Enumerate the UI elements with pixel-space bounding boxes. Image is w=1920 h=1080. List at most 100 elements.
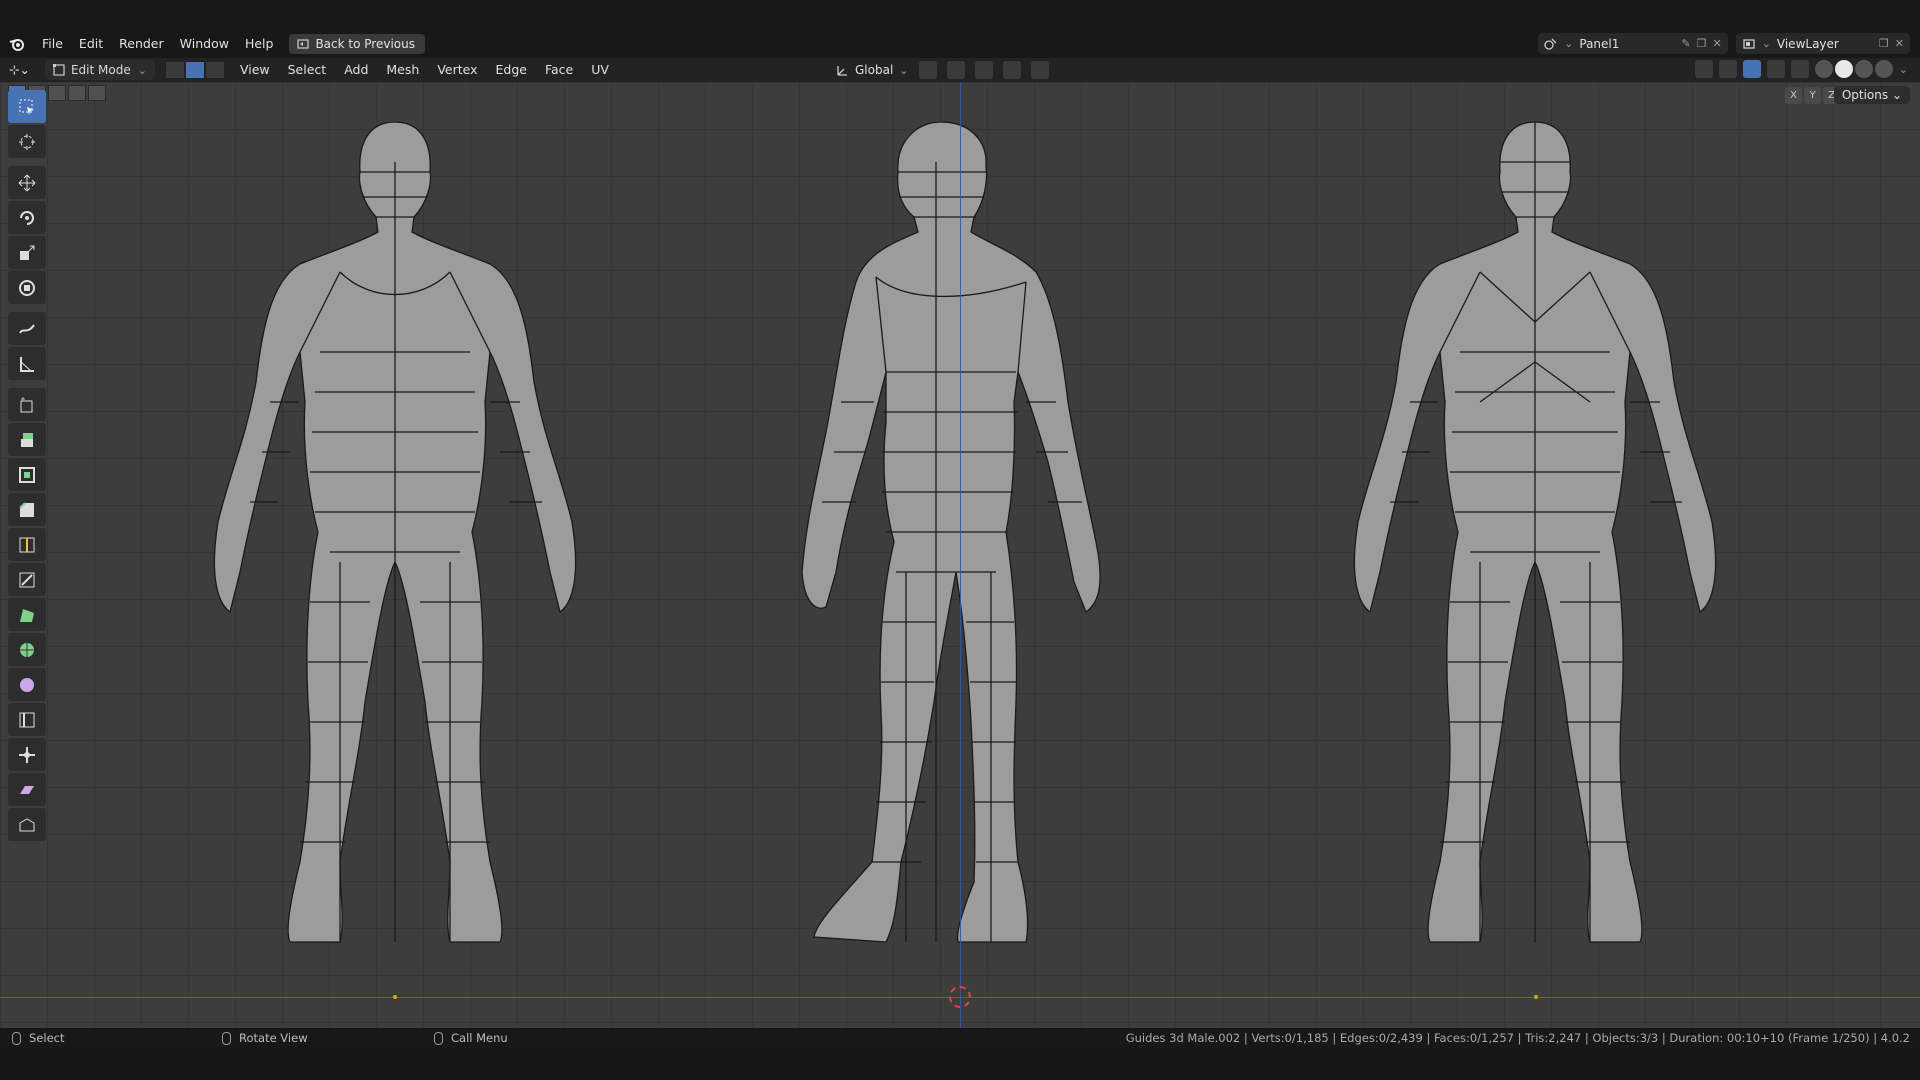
extrude-tool[interactable] — [8, 423, 46, 456]
mesh-perspective-view[interactable] — [786, 102, 1146, 1002]
mirror-y-button[interactable]: Y — [1804, 87, 1821, 104]
close-icon[interactable]: ✕ — [1712, 37, 1721, 50]
add-cube-tool[interactable] — [8, 388, 46, 421]
edge-slide-icon — [19, 712, 35, 727]
snap-icon[interactable] — [946, 61, 965, 79]
new-view-layer-icon[interactable]: ❐ — [1879, 37, 1889, 50]
shrink-fatten-tool[interactable] — [8, 738, 46, 771]
select-invert-icon[interactable] — [68, 85, 86, 101]
loop-cut-tool[interactable] — [8, 528, 46, 561]
menu-render[interactable]: Render — [111, 33, 172, 55]
gizmo-icon[interactable] — [1718, 60, 1737, 78]
menu-view[interactable]: View — [231, 59, 279, 81]
annotate-tool[interactable] — [8, 312, 46, 345]
poly-build-tool[interactable] — [8, 598, 46, 631]
view-layer-name[interactable]: ViewLayer — [1777, 37, 1873, 51]
back-to-previous-button[interactable]: Back to Previous — [289, 34, 425, 54]
menu-window[interactable]: Window — [172, 33, 237, 55]
select-subtract-icon[interactable] — [48, 85, 66, 101]
cursor-tool[interactable] — [8, 125, 46, 158]
edit-mode-icon — [52, 64, 65, 76]
rip-region-tool[interactable] — [8, 808, 46, 841]
scale-tool[interactable] — [8, 236, 46, 269]
move-tool[interactable] — [8, 166, 46, 199]
menu-edit[interactable]: Edit — [71, 33, 111, 55]
tool-shelf — [8, 90, 46, 841]
mesh-overlays-icon[interactable] — [1766, 60, 1785, 78]
back-to-previous-label: Back to Previous — [315, 37, 415, 51]
mesh-front-view[interactable] — [190, 102, 610, 1002]
mesh-back-view[interactable] — [1330, 102, 1750, 1002]
3d-viewport[interactable]: X Y Z Options ⌄ — [0, 82, 1920, 1028]
scene-selector[interactable]: ⌄ Panel1 ✎ ❐ ✕ — [1538, 33, 1728, 54]
mouse-middle-icon — [222, 1031, 231, 1045]
proportional-editing-icon[interactable] — [1002, 61, 1021, 79]
pin-icon[interactable]: ✎ — [1681, 37, 1690, 50]
mirror-x-button[interactable]: X — [1785, 87, 1802, 104]
shear-tool[interactable] — [8, 773, 46, 806]
solid-shading-icon[interactable] — [1834, 60, 1853, 78]
wireframe-shading-icon[interactable] — [1814, 60, 1833, 78]
view-layer-selector[interactable]: ⌄ ViewLayer ❐ ✕ — [1735, 33, 1910, 54]
tool-separator — [8, 382, 46, 386]
falloff-icon[interactable] — [1030, 61, 1049, 79]
new-scene-icon[interactable]: ❐ — [1697, 37, 1707, 50]
select-mode-group — [164, 61, 225, 79]
knife-icon — [19, 572, 35, 587]
select-box-tool[interactable] — [8, 90, 46, 123]
menu-face[interactable]: Face — [536, 59, 582, 81]
knife-tool[interactable] — [8, 563, 46, 596]
transform-tool[interactable] — [8, 271, 46, 304]
viewport-display-tools: ⌄ — [1694, 60, 1908, 78]
scene-icon — [1544, 38, 1557, 50]
menu-add[interactable]: Add — [335, 59, 377, 81]
blender-logo-icon[interactable] — [0, 37, 34, 51]
mode-label: Edit Mode — [70, 63, 131, 77]
inset-faces-tool[interactable] — [8, 458, 46, 491]
rendered-shading-icon[interactable] — [1874, 60, 1893, 78]
pivot-point-icon[interactable] — [918, 61, 937, 79]
mirror-axis-buttons: X Y Z — [1785, 87, 1840, 104]
menu-uv[interactable]: UV — [582, 59, 618, 81]
menu-bar: File Edit Render Window Help Back to Pre… — [0, 32, 425, 56]
viewport-header: ⊹⌄ Edit Mode ⌄ View Select Add Mesh Vert… — [0, 58, 1920, 82]
close-icon[interactable]: ✕ — [1895, 37, 1904, 50]
snap-target-icon[interactable] — [974, 61, 993, 79]
bevel-tool[interactable] — [8, 493, 46, 526]
xray-icon[interactable] — [1790, 60, 1809, 78]
smooth-tool[interactable] — [8, 668, 46, 701]
menu-vertex[interactable]: Vertex — [428, 59, 486, 81]
rotate-tool[interactable] — [8, 201, 46, 234]
annotate-icon — [19, 323, 35, 334]
menu-edge[interactable]: Edge — [487, 59, 536, 81]
menu-select[interactable]: Select — [279, 59, 336, 81]
top-bar: File Edit Render Window Help Back to Pre… — [0, 0, 1920, 58]
mode-selector[interactable]: Edit Mode ⌄ — [44, 60, 155, 80]
chevron-down-icon[interactable]: ⌄ — [1899, 63, 1908, 76]
edge-select-icon[interactable] — [184, 61, 205, 79]
spin-tool[interactable] — [8, 633, 46, 666]
edge-slide-tool[interactable] — [8, 703, 46, 736]
measure-tool[interactable] — [8, 347, 46, 380]
window-bottom — [0, 1048, 1920, 1080]
chevron-down-icon: ⌄ — [899, 63, 909, 77]
overlays-icon[interactable] — [1742, 60, 1761, 78]
scene-name[interactable]: Panel1 — [1579, 37, 1675, 51]
material-shading-icon[interactable] — [1854, 60, 1873, 78]
transform-icon — [19, 279, 35, 296]
menu-help[interactable]: Help — [237, 33, 282, 55]
tool-separator — [8, 306, 46, 310]
options-dropdown[interactable]: Options ⌄ — [1833, 86, 1910, 104]
face-select-icon[interactable] — [204, 61, 225, 79]
select-intersect-icon[interactable] — [88, 85, 106, 101]
orientation-label: Global — [855, 63, 894, 77]
editor-type-icon[interactable]: ⊹⌄ — [0, 59, 39, 81]
shading-modes — [1814, 60, 1893, 78]
menu-file[interactable]: File — [34, 33, 71, 55]
transform-orientation[interactable]: Global ⌄ — [836, 63, 909, 77]
menu-mesh[interactable]: Mesh — [377, 59, 428, 81]
vertex-select-icon[interactable] — [164, 61, 185, 79]
scene-statistics: Guides 3d Male.002 | Verts:0/1,185 | Edg… — [1125, 1031, 1910, 1045]
visibility-icon[interactable] — [1694, 60, 1713, 78]
3d-cursor-icon[interactable] — [949, 986, 971, 1008]
